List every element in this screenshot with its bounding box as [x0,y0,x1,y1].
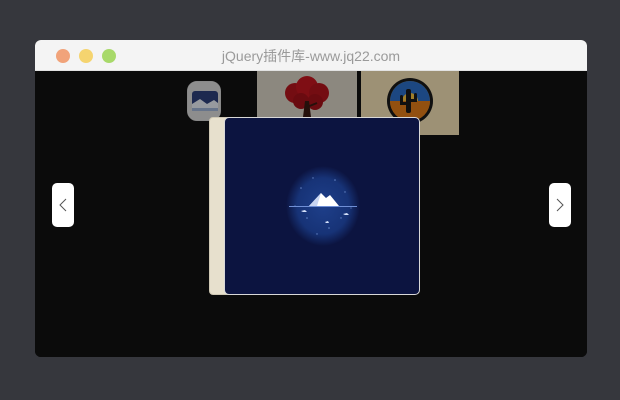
title-bar: jQuery插件库-www.jq22.com [35,40,587,71]
previous-slide-button[interactable] [52,183,74,227]
carousel-stage [35,71,587,357]
chevron-left-icon [59,198,67,212]
window-title: jQuery插件库-www.jq22.com [221,48,401,64]
chevron-right-icon [556,198,564,212]
mountain-sea-icon [286,166,360,246]
carousel-active-slide[interactable] [224,117,420,295]
browser-window: jQuery插件库-www.jq22.com [35,40,587,357]
next-slide-button[interactable] [549,183,571,227]
carousel-slide-thumbnail[interactable] [187,81,221,121]
